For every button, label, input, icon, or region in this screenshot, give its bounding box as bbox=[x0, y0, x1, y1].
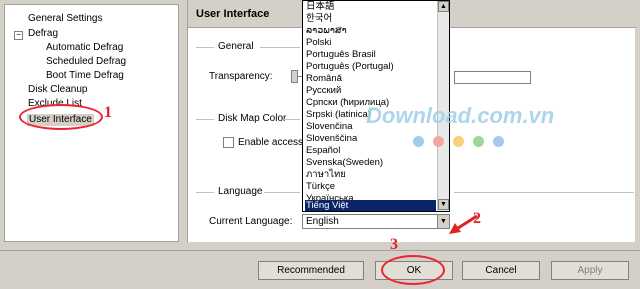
group-line bbox=[196, 47, 214, 48]
annotation-ellipse-1 bbox=[19, 104, 103, 130]
language-combobox[interactable]: English ▼ bbox=[302, 214, 450, 229]
group-line bbox=[454, 192, 634, 193]
collapse-icon[interactable]: − bbox=[14, 31, 23, 40]
transparency-value-box[interactable] bbox=[454, 71, 531, 84]
watermark-dot bbox=[433, 136, 444, 147]
tree-item-automatic-defrag[interactable]: Automatic Defrag bbox=[46, 42, 123, 54]
watermark-dot bbox=[473, 136, 484, 147]
language-option[interactable]: Svenska(Sweden) bbox=[305, 157, 436, 169]
triangle-up-icon[interactable]: ▲ bbox=[438, 1, 449, 12]
cancel-button[interactable]: Cancel bbox=[462, 261, 540, 280]
tree-item-boot-time-defrag[interactable]: Boot Time Defrag bbox=[46, 70, 124, 82]
watermark-dot bbox=[413, 136, 424, 147]
annotation-ellipse-3 bbox=[381, 255, 445, 285]
group-general-label: General bbox=[218, 41, 254, 52]
language-option[interactable]: ภาษาไทย bbox=[305, 169, 436, 181]
language-option[interactable]: Русский bbox=[305, 85, 436, 97]
group-diskmap-label: Disk Map Color bbox=[218, 113, 287, 124]
watermark-dot bbox=[453, 136, 464, 147]
language-option[interactable]: 日本語 bbox=[305, 1, 436, 13]
watermark-text: Download.com.vn bbox=[366, 103, 555, 128]
group-line bbox=[284, 119, 300, 120]
language-option[interactable]: Português Brasil bbox=[305, 49, 436, 61]
transparency-slider-thumb[interactable] bbox=[291, 70, 298, 83]
annotation-number-1: 1 bbox=[104, 104, 112, 121]
recommended-button[interactable]: Recommended bbox=[258, 261, 364, 280]
enable-accessible-label: Enable accessib bbox=[238, 137, 311, 148]
language-option-selected[interactable]: Tiếng Việt bbox=[305, 200, 436, 211]
tree-item-disk-cleanup[interactable]: Disk Cleanup bbox=[28, 84, 87, 96]
red-arrow-icon bbox=[449, 214, 478, 234]
current-language-label: Current Language: bbox=[209, 216, 293, 227]
language-option[interactable]: ລາວພາສາ bbox=[305, 25, 436, 37]
tree-item-defrag[interactable]: Defrag bbox=[28, 28, 58, 40]
triangle-down-icon[interactable]: ▼ bbox=[438, 199, 449, 210]
tree-item-general-settings[interactable]: General Settings bbox=[28, 13, 103, 25]
annotation-number-3: 3 bbox=[390, 236, 398, 253]
tree-item-scheduled-defrag[interactable]: Scheduled Defrag bbox=[46, 56, 126, 68]
group-line bbox=[260, 47, 300, 48]
group-line bbox=[264, 192, 300, 193]
transparency-label: Transparency: bbox=[209, 71, 273, 82]
language-combobox-value: English bbox=[306, 216, 339, 227]
group-language-label: Language bbox=[218, 186, 263, 197]
language-option[interactable]: Polski bbox=[305, 37, 436, 49]
enable-accessible-checkbox[interactable] bbox=[223, 137, 234, 148]
watermark-dot bbox=[493, 136, 504, 147]
annotation-number-2: 2 bbox=[473, 210, 481, 227]
bottom-button-bar: Recommended OK Cancel Apply bbox=[0, 250, 640, 289]
language-option[interactable]: Türkçe bbox=[305, 181, 436, 193]
language-option[interactable]: Português (Portugal) bbox=[305, 61, 436, 73]
group-line bbox=[196, 119, 214, 120]
panel-title: User Interface bbox=[196, 8, 270, 20]
apply-button[interactable]: Apply bbox=[551, 261, 629, 280]
group-line bbox=[196, 192, 214, 193]
language-option[interactable]: Română bbox=[305, 73, 436, 85]
language-option[interactable]: 한국어 bbox=[305, 13, 436, 25]
